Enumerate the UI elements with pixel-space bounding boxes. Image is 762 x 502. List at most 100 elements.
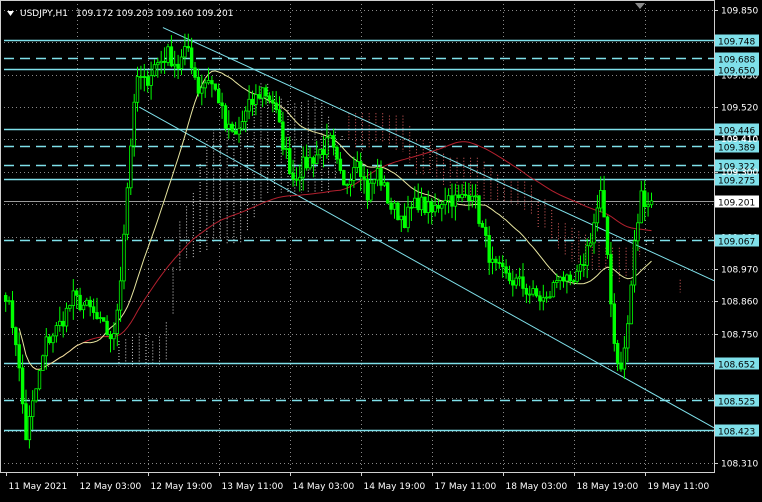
candle-body — [531, 288, 535, 295]
candle-body — [78, 294, 82, 311]
x-tick-label: 14 May 03:00 — [293, 482, 355, 492]
candle-body — [105, 320, 109, 335]
candle-body — [162, 60, 167, 63]
shift-marker-icon[interactable] — [635, 3, 645, 9]
candle-body — [98, 317, 103, 320]
candle-body — [318, 149, 322, 156]
trend-channel-line — [138, 106, 715, 429]
candle-body — [30, 400, 35, 417]
candle-body — [419, 196, 424, 211]
candle-body — [108, 333, 113, 340]
candle-body — [223, 105, 228, 129]
level-price-tag-label: 109.389 — [718, 144, 755, 154]
trend-channel-layer — [138, 27, 715, 429]
candle-body — [524, 287, 529, 295]
candle-body — [578, 264, 583, 272]
candle-body — [240, 121, 245, 130]
candle-body — [335, 146, 339, 160]
ohlc-readout: 109.172 109.203 109.160 109.201 — [76, 9, 233, 19]
chevron-down-icon[interactable] — [7, 11, 14, 16]
candle-body — [365, 179, 370, 201]
y-tick-label: 109.850 — [721, 7, 758, 17]
candle-body — [213, 83, 217, 90]
candle-body — [331, 135, 336, 148]
candle-body — [210, 80, 214, 85]
price-chart[interactable]: 109.850109.740109.630109.520109.410109.3… — [0, 0, 762, 498]
candle-body — [396, 202, 400, 221]
candle-body — [156, 62, 160, 66]
candle-body — [247, 98, 251, 112]
candle-body — [102, 317, 106, 322]
y-tick-label: 109.520 — [721, 104, 758, 114]
y-tick-label: 108.750 — [721, 331, 758, 341]
level-price-tag-label: 108.652 — [718, 361, 755, 371]
level-price-tag-label: 108.525 — [718, 398, 755, 408]
candle-body — [379, 168, 383, 186]
candle-body — [135, 76, 140, 103]
candle-body — [463, 194, 468, 196]
candle-body — [179, 56, 184, 69]
candle-body — [118, 280, 123, 311]
candle-body — [507, 272, 512, 282]
candle-body — [429, 201, 434, 213]
candle-body — [338, 158, 343, 171]
candle-body — [588, 242, 593, 247]
candle-body — [494, 258, 498, 263]
candle-body — [287, 148, 292, 174]
candle-body — [609, 254, 613, 305]
candle-body — [342, 170, 346, 186]
candle-body — [152, 64, 157, 77]
candle-body — [575, 270, 579, 282]
candle-body — [159, 60, 163, 64]
candle-body — [450, 195, 454, 207]
candle-body — [470, 195, 474, 202]
candle-body — [538, 295, 542, 302]
candle-body — [626, 323, 630, 349]
candle-body — [149, 75, 153, 86]
candle-body — [585, 245, 589, 266]
candle-body — [362, 176, 366, 180]
candle-body — [298, 176, 302, 181]
candle-body — [467, 194, 471, 202]
candle-body — [639, 190, 643, 224]
candle-body — [622, 347, 627, 370]
candle-body — [521, 276, 525, 289]
candle-body — [325, 137, 329, 156]
candle-body — [416, 197, 420, 211]
candle-body — [291, 172, 295, 180]
candle-body — [145, 76, 150, 86]
candle-body — [565, 274, 569, 282]
candle-body — [402, 215, 407, 229]
candle-body — [47, 336, 52, 343]
candle-body — [480, 222, 485, 228]
candle-body — [294, 178, 299, 181]
candle-body — [301, 156, 305, 178]
candle-body — [260, 87, 265, 99]
candle-body — [34, 388, 38, 402]
candle-body — [369, 182, 373, 201]
candle-body — [392, 202, 397, 210]
candle-body — [561, 276, 566, 282]
candle-body — [10, 300, 15, 329]
candle-body — [220, 102, 224, 107]
candle-body — [433, 204, 437, 213]
candle-body — [348, 179, 353, 185]
candle-body — [64, 307, 69, 327]
candle-body — [71, 290, 75, 306]
candle-body — [139, 76, 143, 78]
candle-body — [277, 109, 282, 123]
candle-body — [125, 187, 130, 235]
candle-body — [643, 190, 647, 207]
candle-body — [460, 194, 464, 199]
candle-body — [193, 67, 197, 78]
candle-body — [423, 196, 427, 214]
candle-body — [122, 233, 126, 282]
candle-body — [129, 145, 133, 189]
candle-body — [500, 262, 505, 268]
level-price-tag-label: 109.275 — [718, 177, 755, 187]
x-tick-label: 18 May 19:00 — [577, 482, 639, 492]
candle-body — [484, 226, 488, 236]
candle-body — [619, 362, 623, 370]
candle-body — [81, 304, 86, 311]
candle-body — [443, 200, 447, 206]
